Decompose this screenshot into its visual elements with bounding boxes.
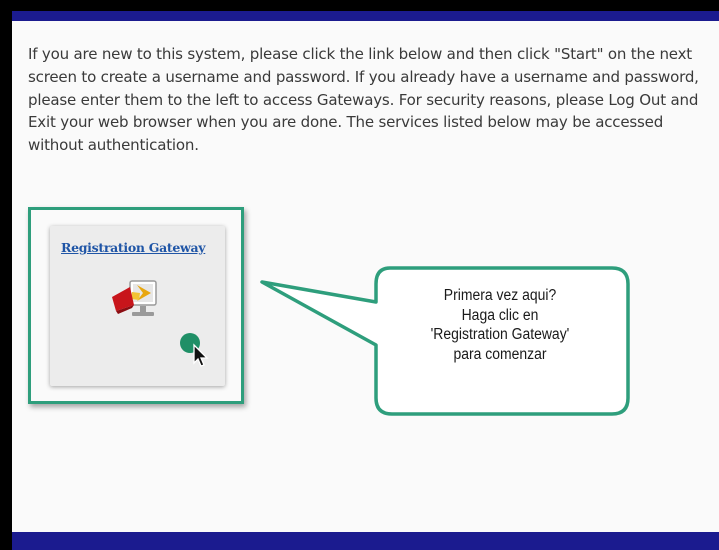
callout-bubble: [260, 266, 630, 416]
callout-line: Primera vez aqui?: [443, 287, 557, 304]
callout-text: Primera vez aqui? Haga clic en 'Registra…: [397, 286, 602, 364]
callout-line: Haga clic en: [461, 306, 539, 324]
callout-line: 'Registration Gateway': [430, 326, 570, 343]
callout-line: para comenzar: [453, 345, 547, 363]
